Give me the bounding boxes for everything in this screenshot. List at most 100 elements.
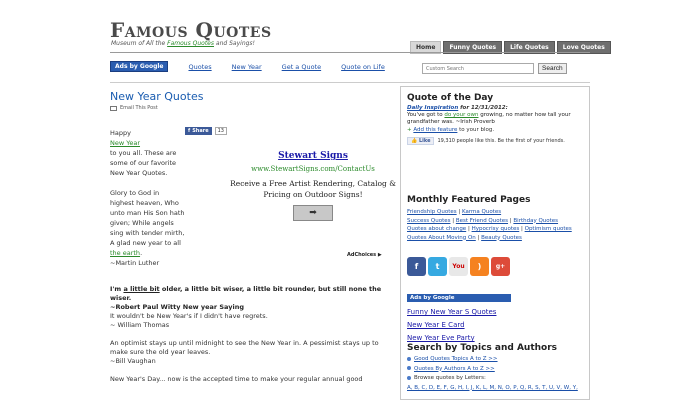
google-plus-icon[interactable]: g+ xyxy=(491,257,510,276)
quote-new-years-day-text: New Year's Day... now is the accepted ti… xyxy=(110,375,363,383)
search-input[interactable] xyxy=(422,63,534,74)
quote-vaughan-author: ~Bill Vaughan xyxy=(110,357,156,365)
link-optimism-quotes[interactable]: Optimism quotes xyxy=(525,226,572,232)
intro-column: Happy New Year to you all. These are som… xyxy=(110,128,185,268)
link-friendship-quotes[interactable]: Friendship Quotes xyxy=(407,209,457,215)
sidebar: Quote of the Day Daily Inspiration for 1… xyxy=(400,86,590,400)
link-quotes-about-moving-on[interactable]: Quotes About Moving On xyxy=(407,235,476,241)
intro-body: to you all. These are some of our favori… xyxy=(110,149,177,177)
quote-witty: I'm a little bit older, a little bit wis… xyxy=(110,285,395,330)
bullet-icon xyxy=(407,366,411,370)
a-little-bit-link[interactable]: a little bit xyxy=(123,285,159,293)
bullet-icon xyxy=(407,375,411,380)
ad-unit: Stewart Signs www.StewartSigns.com/Conta… xyxy=(228,151,398,221)
quote-new-years-day: New Year's Day... now is the accepted ti… xyxy=(110,375,395,384)
social-icons: f t You ) g+ xyxy=(407,257,510,276)
ad-link-quotes[interactable]: Quotes xyxy=(188,63,211,71)
quote-of-the-day-heading: Quote of the Day xyxy=(407,93,494,103)
share-widget: f Share 13 xyxy=(185,127,227,135)
facebook-share-button[interactable]: f Share xyxy=(185,127,212,135)
ad-url[interactable]: www.StewartSigns.com/ContactUs xyxy=(228,165,398,173)
share-count: 13 xyxy=(214,127,227,135)
arrow-right-icon: ➡ xyxy=(309,208,317,218)
quote-luther-end: . xyxy=(140,249,143,257)
youtube-icon[interactable]: You xyxy=(449,257,468,276)
sidebar-ad-links: Funny New Year S Quotes New Year E Card … xyxy=(407,306,496,345)
tagline-link[interactable]: Famous Quotes xyxy=(167,40,214,47)
quote-luther-text: Glory to God in highest heaven, Who unto… xyxy=(110,189,185,247)
the-earth-link[interactable]: the earth xyxy=(110,249,140,257)
link-best-friend-quotes[interactable]: Best Friend Quotes xyxy=(456,218,508,224)
tagline: Museum of All the Famous Quotes and Sayi… xyxy=(111,40,255,47)
daily-inspiration-link[interactable]: Daily Inspiration xyxy=(407,105,458,111)
site-title[interactable]: Famous Quotes xyxy=(110,18,272,42)
link-beauty-quotes[interactable]: Beauty Quotes xyxy=(481,235,522,241)
quote-witty-author: ~Robert Paul Witty New year Saying xyxy=(110,303,244,311)
browse-by-letters-label: Browse quotes by Letters: xyxy=(414,375,486,381)
quote-of-the-day-date: for 12/31/2012: xyxy=(458,105,508,111)
nav-divider xyxy=(110,82,590,83)
ads-by-google-label[interactable]: Ads by Google xyxy=(110,61,169,72)
ad-title[interactable]: Stewart Signs xyxy=(228,151,398,161)
tagline-text-end: and Sayings! xyxy=(214,40,255,47)
search-button[interactable]: Search xyxy=(538,63,567,74)
sidebar-ads-by-google-label[interactable]: Ads by Google xyxy=(407,294,511,302)
ad-link-funny-new-year-quotes[interactable]: Funny New Year S Quotes xyxy=(407,306,496,319)
list-item: Good Quotes Topics A to Z >> xyxy=(407,355,589,365)
page-title[interactable]: New Year Quotes xyxy=(110,90,395,103)
link-quotes-by-authors[interactable]: Quotes By Authors A to Z >> xyxy=(414,366,495,372)
quote-of-the-day-text: You've got to do your own growing, no ma… xyxy=(407,112,587,126)
thumbs-up-icon: 👍 xyxy=(411,138,418,144)
quote-witty-lead: I'm xyxy=(110,285,124,293)
do-your-own-link[interactable]: do your own xyxy=(444,112,478,118)
ad-link-new-year[interactable]: New Year xyxy=(232,63,262,71)
topics-list: Good Quotes Topics A to Z >> Quotes By A… xyxy=(407,355,589,393)
quotes-body: I'm a little bit older, a little bit wis… xyxy=(110,285,395,393)
ad-link-get-a-quote[interactable]: Get a Quote xyxy=(282,63,321,71)
list-item: Browse quotes by Letters: xyxy=(407,374,589,384)
quote-luther: Glory to God in highest heaven, Who unto… xyxy=(110,188,185,268)
header-divider xyxy=(110,52,590,53)
tagline-text: Museum of All the xyxy=(111,40,168,47)
facebook-icon: f xyxy=(188,128,191,134)
ad-link-quote-on-life[interactable]: Quote on Life xyxy=(341,63,385,71)
twitter-icon[interactable]: t xyxy=(428,257,447,276)
mail-icon xyxy=(110,105,117,111)
ad-link-new-year-e-card[interactable]: New Year E Card xyxy=(407,319,496,332)
link-karma-quotes[interactable]: Karma Quotes xyxy=(462,209,501,215)
link-good-quotes-topics[interactable]: Good Quotes Topics A to Z >> xyxy=(414,356,498,362)
list-item: Quotes By Authors A to Z >> xyxy=(407,365,589,375)
search-topics-heading: Search by Topics and Authors xyxy=(407,343,558,353)
link-birthday-quotes[interactable]: Birthday Quotes xyxy=(513,218,558,224)
facebook-like-row: 👍 Like 19,310 people like this. Be the f… xyxy=(407,137,587,145)
ad-arrow-button[interactable]: ➡ xyxy=(293,205,333,221)
letter-links[interactable]: A, B, C, D, E, F, G, H, I, J, K, L, M, N… xyxy=(407,384,589,394)
ad-link-bar: Ads by Google Quotes New Year Get a Quot… xyxy=(110,61,405,72)
new-year-link[interactable]: New Year xyxy=(110,139,140,147)
monthly-featured-heading: Monthly Featured Pages xyxy=(407,195,531,205)
facebook-icon[interactable]: f xyxy=(407,257,426,276)
facebook-like-button[interactable]: 👍 Like xyxy=(407,137,435,145)
add-feature-suffix: to your blog. xyxy=(457,127,495,133)
link-hypocrisy-quotes[interactable]: Hypocrisy quotes xyxy=(472,226,520,232)
quote-of-the-day-meta: Daily Inspiration for 12/31/2012: xyxy=(407,105,587,111)
email-this-post[interactable]: Email This Post xyxy=(110,105,395,111)
quote-thomas-text: It wouldn't be New Year's if I didn't ha… xyxy=(110,312,268,320)
adchoices-label[interactable]: AdChoices ▶ xyxy=(347,252,382,258)
rss-icon[interactable]: ) xyxy=(470,257,489,276)
monthly-featured-links: Friendship Quotes | Karma Quotes Success… xyxy=(407,209,572,241)
search-bar: Search xyxy=(422,63,567,74)
quote-vaughan-text: An optimist stays up until midnight to s… xyxy=(110,339,379,356)
link-success-quotes[interactable]: Success Quotes xyxy=(407,218,450,224)
main-content: New Year Quotes Email This Post Happy Ne… xyxy=(110,90,396,383)
email-this-post-label[interactable]: Email This Post xyxy=(120,105,158,111)
quote-thomas-author: ~ William Thomas xyxy=(110,321,170,329)
quote-luther-author: ~Martin Luther xyxy=(110,259,160,267)
intro-greeting: Happy xyxy=(110,129,131,137)
link-quotes-about-change[interactable]: Quotes about change xyxy=(407,226,466,232)
quote-vaughan: An optimist stays up until midnight to s… xyxy=(110,339,395,366)
ad-text: Receive a Free Artist Rendering, Catalog… xyxy=(230,179,396,199)
like-label: Like xyxy=(418,138,431,144)
add-feature-row: + Add this feature to your blog. xyxy=(407,127,587,133)
add-this-feature-link[interactable]: Add this feature xyxy=(413,127,457,133)
